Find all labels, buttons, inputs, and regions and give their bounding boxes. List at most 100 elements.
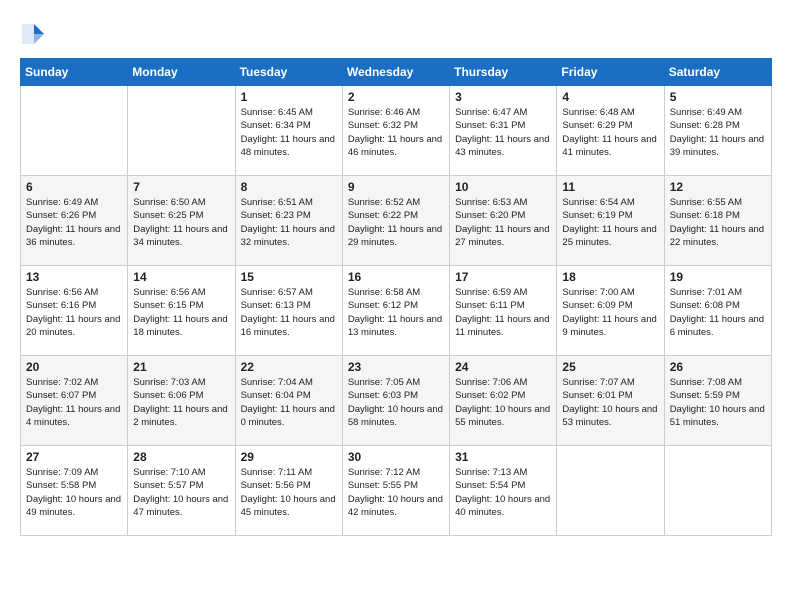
week-row-1: 1Sunrise: 6:45 AM Sunset: 6:34 PM Daylig… bbox=[21, 86, 772, 176]
day-number: 9 bbox=[348, 180, 444, 194]
cell-info: Sunrise: 6:56 AM Sunset: 6:16 PM Dayligh… bbox=[26, 286, 122, 339]
cell-info: Sunrise: 6:51 AM Sunset: 6:23 PM Dayligh… bbox=[241, 196, 337, 249]
cell-info: Sunrise: 7:03 AM Sunset: 6:06 PM Dayligh… bbox=[133, 376, 229, 429]
day-number: 19 bbox=[670, 270, 766, 284]
calendar-cell: 26 Sunrise: 7:08 AM Sunset: 5:59 PM Dayli… bbox=[664, 356, 771, 446]
day-number: 15 bbox=[241, 270, 337, 284]
calendar-cell: 3 Sunrise: 6:47 AM Sunset: 6:31 PM Daylig… bbox=[450, 86, 557, 176]
calendar-cell: 31 Sunrise: 7:13 AM Sunset: 5:54 PM Dayli… bbox=[450, 446, 557, 536]
calendar-cell: 27 Sunrise: 7:09 AM Sunset: 5:58 PM Dayli… bbox=[21, 446, 128, 536]
weekday-saturday: Saturday bbox=[664, 59, 771, 86]
calendar-cell: 17 Sunrise: 6:59 AM Sunset: 6:11 PM Dayli… bbox=[450, 266, 557, 356]
weekday-sunday: Sunday bbox=[21, 59, 128, 86]
calendar-cell: 9 Sunrise: 6:52 AM Sunset: 6:22 PM Daylig… bbox=[342, 176, 449, 266]
weekday-thursday: Thursday bbox=[450, 59, 557, 86]
day-number: 12 bbox=[670, 180, 766, 194]
calendar-cell: 20 Sunrise: 7:02 AM Sunset: 6:07 PM Dayli… bbox=[21, 356, 128, 446]
cell-info: Sunrise: 6:48 AM Sunset: 6:29 PM Dayligh… bbox=[562, 106, 658, 159]
calendar-cell: 22 Sunrise: 7:04 AM Sunset: 6:04 PM Dayli… bbox=[235, 356, 342, 446]
cell-info: Sunrise: 7:13 AM Sunset: 5:54 PM Dayligh… bbox=[455, 466, 551, 519]
cell-info: Sunrise: 6:52 AM Sunset: 6:22 PM Dayligh… bbox=[348, 196, 444, 249]
cell-info: Sunrise: 7:11 AM Sunset: 5:56 PM Dayligh… bbox=[241, 466, 337, 519]
calendar-cell: 12 Sunrise: 6:55 AM Sunset: 6:18 PM Dayli… bbox=[664, 176, 771, 266]
day-number: 7 bbox=[133, 180, 229, 194]
day-number: 6 bbox=[26, 180, 122, 194]
calendar-cell: 19 Sunrise: 7:01 AM Sunset: 6:08 PM Dayli… bbox=[664, 266, 771, 356]
day-number: 5 bbox=[670, 90, 766, 104]
calendar-cell: 1Sunrise: 6:45 AM Sunset: 6:34 PM Daylig… bbox=[235, 86, 342, 176]
day-number: 14 bbox=[133, 270, 229, 284]
cell-info: Sunrise: 6:59 AM Sunset: 6:11 PM Dayligh… bbox=[455, 286, 551, 339]
day-number: 30 bbox=[348, 450, 444, 464]
day-number: 29 bbox=[241, 450, 337, 464]
cell-info: Sunrise: 6:46 AM Sunset: 6:32 PM Dayligh… bbox=[348, 106, 444, 159]
cell-info: Sunrise: 6:54 AM Sunset: 6:19 PM Dayligh… bbox=[562, 196, 658, 249]
cell-info: Sunrise: 7:09 AM Sunset: 5:58 PM Dayligh… bbox=[26, 466, 122, 519]
calendar-cell: 4Sunrise: 6:48 AM Sunset: 6:29 PM Daylig… bbox=[557, 86, 664, 176]
day-number: 23 bbox=[348, 360, 444, 374]
calendar-cell: 14 Sunrise: 6:56 AM Sunset: 6:15 PM Dayli… bbox=[128, 266, 235, 356]
calendar-cell: 25Sunrise: 7:07 AM Sunset: 6:01 PM Dayli… bbox=[557, 356, 664, 446]
calendar-cell: 5 Sunrise: 6:49 AM Sunset: 6:28 PM Daylig… bbox=[664, 86, 771, 176]
day-number: 3 bbox=[455, 90, 551, 104]
cell-info: Sunrise: 7:00 AM Sunset: 6:09 PM Dayligh… bbox=[562, 286, 658, 339]
day-number: 16 bbox=[348, 270, 444, 284]
cell-info: Sunrise: 7:05 AM Sunset: 6:03 PM Dayligh… bbox=[348, 376, 444, 429]
day-number: 11 bbox=[562, 180, 658, 194]
calendar-cell bbox=[128, 86, 235, 176]
weekday-wednesday: Wednesday bbox=[342, 59, 449, 86]
calendar-cell: 24Sunrise: 7:06 AM Sunset: 6:02 PM Dayli… bbox=[450, 356, 557, 446]
calendar-cell: 2 Sunrise: 6:46 AM Sunset: 6:32 PM Daylig… bbox=[342, 86, 449, 176]
calendar-cell: 23 Sunrise: 7:05 AM Sunset: 6:03 PM Dayli… bbox=[342, 356, 449, 446]
day-number: 26 bbox=[670, 360, 766, 374]
day-number: 24 bbox=[455, 360, 551, 374]
calendar-cell: 18 Sunrise: 7:00 AM Sunset: 6:09 PM Dayli… bbox=[557, 266, 664, 356]
day-number: 8 bbox=[241, 180, 337, 194]
header bbox=[20, 20, 772, 48]
weekday-header-row: SundayMondayTuesdayWednesdayThursdayFrid… bbox=[21, 59, 772, 86]
calendar-cell: 21 Sunrise: 7:03 AM Sunset: 6:06 PM Dayli… bbox=[128, 356, 235, 446]
calendar-cell bbox=[664, 446, 771, 536]
weekday-monday: Monday bbox=[128, 59, 235, 86]
cell-info: Sunrise: 6:58 AM Sunset: 6:12 PM Dayligh… bbox=[348, 286, 444, 339]
cell-info: Sunrise: 6:55 AM Sunset: 6:18 PM Dayligh… bbox=[670, 196, 766, 249]
day-number: 20 bbox=[26, 360, 122, 374]
day-number: 22 bbox=[241, 360, 337, 374]
cell-info: Sunrise: 6:57 AM Sunset: 6:13 PM Dayligh… bbox=[241, 286, 337, 339]
day-number: 10 bbox=[455, 180, 551, 194]
calendar-cell: 11 Sunrise: 6:54 AM Sunset: 6:19 PM Dayli… bbox=[557, 176, 664, 266]
cell-info: Sunrise: 6:49 AM Sunset: 6:28 PM Dayligh… bbox=[670, 106, 766, 159]
cell-info: Sunrise: 7:10 AM Sunset: 5:57 PM Dayligh… bbox=[133, 466, 229, 519]
week-row-3: 13 Sunrise: 6:56 AM Sunset: 6:16 PM Dayli… bbox=[21, 266, 772, 356]
day-number: 2 bbox=[348, 90, 444, 104]
logo bbox=[20, 20, 52, 48]
cell-info: Sunrise: 7:08 AM Sunset: 5:59 PM Dayligh… bbox=[670, 376, 766, 429]
calendar-cell: 8 Sunrise: 6:51 AM Sunset: 6:23 PM Daylig… bbox=[235, 176, 342, 266]
calendar-cell bbox=[557, 446, 664, 536]
calendar-cell: 30Sunrise: 7:12 AM Sunset: 5:55 PM Dayli… bbox=[342, 446, 449, 536]
day-number: 25 bbox=[562, 360, 658, 374]
cell-info: Sunrise: 7:02 AM Sunset: 6:07 PM Dayligh… bbox=[26, 376, 122, 429]
calendar-cell: 10 Sunrise: 6:53 AM Sunset: 6:20 PM Dayli… bbox=[450, 176, 557, 266]
cell-info: Sunrise: 7:04 AM Sunset: 6:04 PM Dayligh… bbox=[241, 376, 337, 429]
calendar-cell: 28 Sunrise: 7:10 AM Sunset: 5:57 PM Dayli… bbox=[128, 446, 235, 536]
calendar-cell: 6Sunrise: 6:49 AM Sunset: 6:26 PM Daylig… bbox=[21, 176, 128, 266]
cell-info: Sunrise: 6:53 AM Sunset: 6:20 PM Dayligh… bbox=[455, 196, 551, 249]
cell-info: Sunrise: 6:47 AM Sunset: 6:31 PM Dayligh… bbox=[455, 106, 551, 159]
day-number: 13 bbox=[26, 270, 122, 284]
day-number: 18 bbox=[562, 270, 658, 284]
weekday-friday: Friday bbox=[557, 59, 664, 86]
weekday-tuesday: Tuesday bbox=[235, 59, 342, 86]
week-row-5: 27 Sunrise: 7:09 AM Sunset: 5:58 PM Dayli… bbox=[21, 446, 772, 536]
day-number: 21 bbox=[133, 360, 229, 374]
cell-info: Sunrise: 6:56 AM Sunset: 6:15 PM Dayligh… bbox=[133, 286, 229, 339]
calendar-cell: 29 Sunrise: 7:11 AM Sunset: 5:56 PM Dayli… bbox=[235, 446, 342, 536]
day-number: 17 bbox=[455, 270, 551, 284]
calendar-table: SundayMondayTuesdayWednesdayThursdayFrid… bbox=[20, 58, 772, 536]
day-number: 1 bbox=[241, 90, 337, 104]
day-number: 28 bbox=[133, 450, 229, 464]
day-number: 31 bbox=[455, 450, 551, 464]
cell-info: Sunrise: 7:01 AM Sunset: 6:08 PM Dayligh… bbox=[670, 286, 766, 339]
calendar-cell: 16 Sunrise: 6:58 AM Sunset: 6:12 PM Dayli… bbox=[342, 266, 449, 356]
day-number: 27 bbox=[26, 450, 122, 464]
